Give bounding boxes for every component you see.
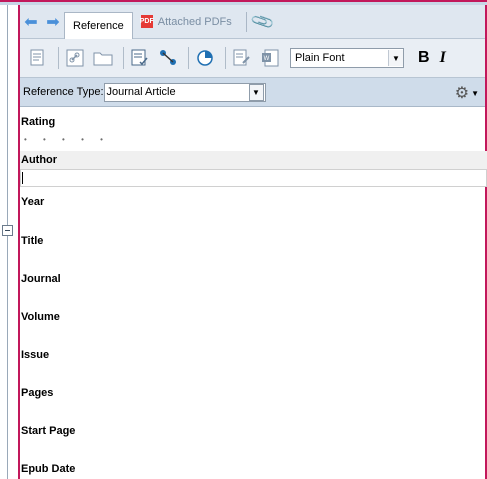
tab-row: ⬅ ➡ Reference PDF Attached PDFs 📎 <box>20 5 485 39</box>
word-doc-icon[interactable]: W <box>258 46 282 70</box>
field-label-rating: Rating <box>21 116 56 128</box>
toolbar-separator <box>188 47 189 69</box>
field-label-journal: Journal <box>21 273 61 285</box>
insert-note-icon[interactable] <box>26 46 50 70</box>
pdf-icon: PDF <box>140 15 154 28</box>
toolbar-separator <box>123 47 124 69</box>
options-menu[interactable]: ⚙ ▼ <box>455 83 479 103</box>
field-label-volume: Volume <box>21 311 60 323</box>
bold-button[interactable]: B <box>418 49 430 67</box>
field-label-epub-date: Epub Date <box>21 463 76 475</box>
tab-reference-label: Reference <box>73 19 124 32</box>
editor-toolbar: W Plain Font ▼ B I <box>20 39 485 78</box>
font-select[interactable]: Plain Font ▼ <box>290 48 404 68</box>
italic-button[interactable]: I <box>440 49 446 67</box>
toolbar-separator <box>225 47 226 69</box>
reference-type-row: Reference Type: Journal Article ▼ ⚙ ▼ <box>20 78 485 107</box>
left-gutter <box>0 5 18 479</box>
text-caret <box>22 172 23 184</box>
chevron-down-icon[interactable]: ▼ <box>388 50 403 66</box>
chevron-down-icon[interactable]: ▼ <box>471 89 479 98</box>
reference-type-label: Reference Type: <box>23 86 104 98</box>
field-label-start-page: Start Page <box>21 425 76 437</box>
tab-attached-pdfs-label: Attached PDFs <box>157 15 232 28</box>
font-select-value: Plain Font <box>295 52 345 64</box>
field-label-year: Year <box>21 196 45 208</box>
paperclip-icon[interactable]: 📎 <box>249 8 276 35</box>
tab-separator <box>245 11 247 32</box>
folder-icon[interactable] <box>91 46 115 70</box>
edit-note-icon[interactable] <box>230 46 254 70</box>
chevron-down-icon[interactable]: ▼ <box>248 83 264 101</box>
reference-type-select[interactable]: Journal Article ▼ <box>103 82 266 102</box>
pie-chart-icon[interactable] <box>193 46 217 70</box>
field-label-pages: Pages <box>21 387 54 399</box>
field-label-issue: Issue <box>21 349 50 361</box>
network-icon[interactable] <box>156 46 180 70</box>
rating-stars[interactable]: • • • • • <box>24 135 110 144</box>
link-icon[interactable] <box>63 46 87 70</box>
gear-icon[interactable]: ⚙ <box>455 83 469 103</box>
author-header <box>20 151 487 169</box>
forward-arrow-icon[interactable]: ➡ <box>42 12 64 32</box>
back-arrow-icon[interactable]: ⬅ <box>20 12 42 32</box>
toolbar-separator <box>58 47 59 69</box>
checklist-icon[interactable] <box>128 46 152 70</box>
collapse-icon[interactable] <box>2 225 13 236</box>
field-label-title: Title <box>21 235 44 247</box>
tab-attached-pdfs[interactable]: PDF Attached PDFs <box>133 9 240 35</box>
field-label-author: Author <box>21 154 58 166</box>
gutter-line <box>7 5 8 479</box>
author-field[interactable] <box>20 169 487 187</box>
svg-text:W: W <box>264 56 270 62</box>
reference-type-value: Journal Article <box>106 86 176 98</box>
window-border <box>0 0 487 2</box>
reference-panel: ⬅ ➡ Reference PDF Attached PDFs 📎 W Plai… <box>18 5 487 479</box>
tab-reference[interactable]: Reference <box>64 11 133 39</box>
